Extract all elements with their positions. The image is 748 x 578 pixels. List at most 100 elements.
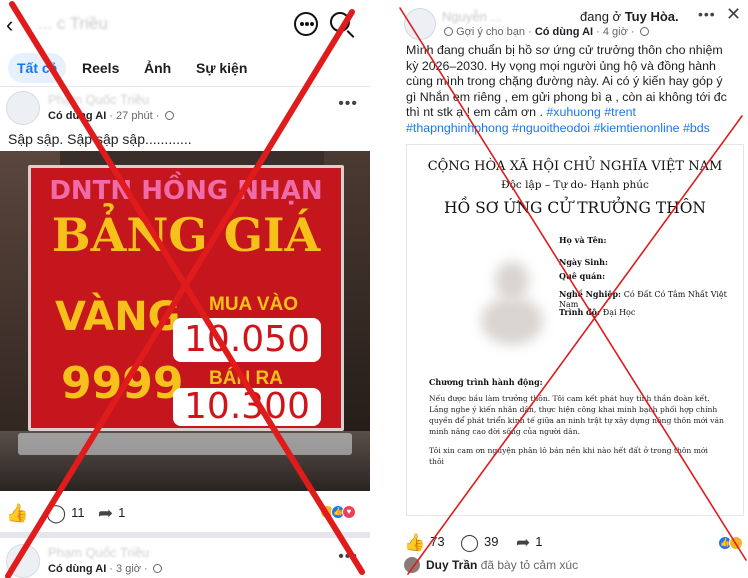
right-screenshot: Nguyễn ... đang ở Tuy Hòa. Gợi ý cho bạn… xyxy=(398,0,748,578)
avatar[interactable] xyxy=(404,557,420,573)
location-prefix: đang ở xyxy=(580,9,622,24)
sign-stand xyxy=(18,433,352,455)
gold-price-sign: DNTN HỒNG NHẠN BẢNG GIÁ VÀNG 9999 MUA VÀ… xyxy=(28,165,344,431)
sign-product: VÀNG xyxy=(55,294,181,340)
doc-national-title: CỘNG HÒA XÃ HỘI CHỦ NGHĨA VIỆT NAM xyxy=(427,159,723,174)
comment-button[interactable]: ◯ 39 xyxy=(460,533,499,553)
ai-tag: Có dùng AI xyxy=(48,563,107,575)
post-text: Sập sập. Sập sập sập............ xyxy=(8,131,192,147)
post-line: kỳ 2026–2030. Hy vọng mọi người ủng hộ v… xyxy=(406,58,716,73)
hashtag[interactable]: #xuhuong xyxy=(546,105,600,119)
like-icon: 👍 xyxy=(6,503,29,523)
post-separator xyxy=(0,532,370,538)
ai-tag: Có dùng AI xyxy=(534,26,594,38)
doc-field-birth: Ngày Sinh: xyxy=(559,257,608,267)
doc-portrait-blurred xyxy=(475,251,549,349)
comment-icon: ◯ xyxy=(46,503,67,523)
globe-icon xyxy=(639,27,649,36)
post-time[interactable]: 27 phút xyxy=(116,110,153,122)
post-line: thì nt stk ạ ! em cảm ơn . xyxy=(406,105,543,119)
hashtag[interactable]: #nguoitheodoi xyxy=(512,121,590,135)
post-more-icon[interactable]: ••• xyxy=(338,95,358,113)
left-screenshot: ‹ ... c Triều Tất cả Reels Ảnh Sự kiện P… xyxy=(0,0,370,578)
profile-name-blurred: ... c Triều xyxy=(38,14,108,33)
tab-all[interactable]: Tất cả xyxy=(8,53,67,83)
post-meta: Có dùng AI · 3 giờ · xyxy=(48,563,162,575)
suggested-label: Gợi ý cho bạn xyxy=(456,26,526,38)
globe-icon xyxy=(152,564,162,573)
doc-title: HỒ SƠ ỨNG CỬ TRƯỞNG THÔN xyxy=(444,199,706,217)
document-image[interactable]: CỘNG HÒA XÃ HỘI CHỦ NGHĨA VIỆT NAM Độc l… xyxy=(406,144,744,516)
doc-paragraph: Tôi xin cam ơn nguyện phân lô bán nền kh… xyxy=(429,446,708,466)
doc-field-hometown: Quê quán: xyxy=(559,271,606,281)
doc-field-education: Trình độ: Đại Học xyxy=(559,307,636,317)
gutter xyxy=(370,0,398,578)
author-name-blurred[interactable]: Phạm Quốc Triều xyxy=(48,545,149,560)
top-bar: ‹ ... c Triều xyxy=(0,0,370,50)
buy-price: 10.050 xyxy=(173,318,321,362)
share-count: 1 xyxy=(535,534,543,549)
close-icon[interactable]: ✕ xyxy=(726,4,741,25)
tab-photos[interactable]: Ảnh xyxy=(144,53,171,83)
globe-icon xyxy=(444,27,453,36)
share-icon: ➦ xyxy=(98,503,114,523)
post-line: cùng mình trong chặng đường này. Ai có ý… xyxy=(406,74,723,88)
ai-tag: Có dùng AI xyxy=(48,110,107,122)
divider xyxy=(0,86,370,87)
comment-icon: ◯ xyxy=(460,533,480,552)
avatar[interactable] xyxy=(6,544,40,578)
tab-events[interactable]: Sự kiện xyxy=(196,53,247,83)
sell-price: 10.300 xyxy=(173,388,321,426)
doc-section-title: Chương trình hành động: xyxy=(429,377,543,387)
post-header: Nguyễn ... đang ở Tuy Hòa. Gợi ý cho bạn… xyxy=(398,0,748,42)
author-name-blurred[interactable]: Nguyễn ... xyxy=(442,9,501,24)
post-meta: Có dùng AI · 27 phút · xyxy=(48,110,174,122)
globe-icon xyxy=(164,111,174,120)
post-header: Phạm Quốc Triều Có dùng AI · 3 giờ · ••• xyxy=(0,542,370,578)
like-icon: 👍 xyxy=(404,533,426,552)
search-icon[interactable] xyxy=(330,12,350,32)
post-header: Phạm Quốc Triều Có dùng AI · 27 phút · •… xyxy=(0,89,370,129)
post-actions: 👍 ◯ 11 ➦ 1 👍 ♥ xyxy=(0,494,370,530)
post-text: Mình đang chuẩn bị hồ sơ ứng cử trưởng t… xyxy=(406,43,744,136)
like-button[interactable]: 👍 xyxy=(6,503,33,524)
post-meta: Gợi ý cho bạn · Có dùng AI · 4 giờ · xyxy=(442,26,649,38)
post-line: gì Nhắn em riêng , em gửi phong bì ạ , c… xyxy=(406,89,727,104)
location-name: Tuy Hòa. xyxy=(624,9,679,24)
hashtag[interactable]: #kiemtienonline xyxy=(593,121,679,135)
hashtag[interactable]: #thapnghinhphong xyxy=(406,121,509,135)
sign-purity: 9999 xyxy=(61,358,184,409)
sign-title: BẢNG GIÁ xyxy=(51,208,321,262)
doc-paragraph: Nếu được bầu làm trưởng thôn. Tôi cam kế… xyxy=(429,394,724,436)
like-count: 73 xyxy=(430,534,445,549)
comment-button[interactable]: ◯ 11 xyxy=(46,503,85,524)
post-more-icon[interactable]: ••• xyxy=(338,548,358,566)
post-line: Mình đang chuẩn bị hồ sơ ứng cử trưởng t… xyxy=(406,43,723,57)
buy-label: MUA VÀO xyxy=(209,294,299,315)
back-arrow-icon[interactable]: ‹ xyxy=(6,14,26,36)
author-name-blurred[interactable]: Phạm Quốc Triều xyxy=(48,92,149,107)
avatar[interactable] xyxy=(404,8,436,40)
post-photo[interactable]: DNTN HỒNG NHẠN BẢNG GIÁ VÀNG 9999 MUA VÀ… xyxy=(0,151,370,491)
share-button[interactable]: ➦ 1 xyxy=(98,503,125,524)
post-actions: 👍 73 ◯ 39 ➦ 1 👍 xyxy=(398,530,748,554)
reaction-footer: Duy Trần đã bày tỏ cảm xúc xyxy=(398,556,748,578)
post-more-icon[interactable]: ••• xyxy=(698,6,716,22)
reactor-name[interactable]: Duy Trần xyxy=(426,558,477,572)
reaction-text: đã bày tỏ cảm xúc xyxy=(480,558,579,572)
like-button[interactable]: 👍 73 xyxy=(404,533,445,553)
location[interactable]: đang ở Tuy Hòa. xyxy=(580,9,679,24)
share-icon: ➦ xyxy=(516,533,531,552)
hashtag[interactable]: #bds xyxy=(683,121,710,135)
share-button[interactable]: ➦ 1 xyxy=(516,533,542,553)
hashtag[interactable]: #trent xyxy=(604,105,636,119)
tab-reels[interactable]: Reels xyxy=(82,53,119,83)
haha-icon xyxy=(729,536,743,550)
avatar[interactable] xyxy=(6,91,40,125)
post-time[interactable]: 4 giờ xyxy=(603,26,628,38)
doc-field-job: Nghề Nghiệp: Có Đất Có Tâm Nhất Việt Nam xyxy=(559,289,727,309)
more-icon[interactable] xyxy=(294,12,318,36)
doc-motto: Độc lập – Tự do- Hạnh phúc xyxy=(501,179,649,191)
love-icon: ♥ xyxy=(342,505,356,519)
post-time[interactable]: 3 giờ xyxy=(116,563,141,575)
